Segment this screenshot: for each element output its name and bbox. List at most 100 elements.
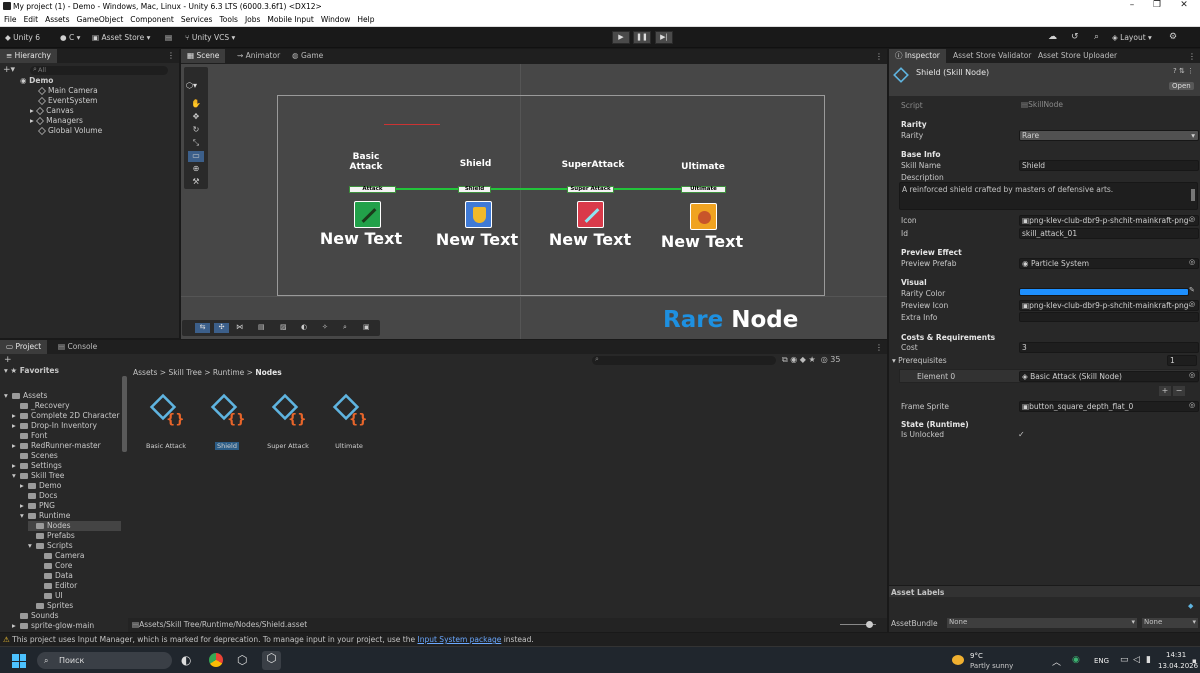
hierarchy-item[interactable]: Global Volume: [38, 126, 179, 136]
object-picker-icon[interactable]: ◎: [1189, 300, 1195, 308]
taskbar-search[interactable]: ⌕ Поиск: [37, 652, 172, 669]
global-icon[interactable]: ✣: [214, 323, 229, 333]
unity-editor-icon[interactable]: ⬡: [262, 651, 281, 670]
filter-icons[interactable]: ⧉ ◉ ◆ ★ ◎ 35: [782, 355, 840, 365]
shading-icon[interactable]: ◐: [301, 323, 307, 331]
asset-item[interactable]: {} Shield: [197, 393, 257, 450]
layout-dropdown[interactable]: ◈ Layout ▾: [1112, 31, 1152, 44]
menu-component[interactable]: Component: [130, 13, 176, 26]
shield-icon[interactable]: [465, 201, 492, 228]
project-tree-item[interactable]: Core: [36, 561, 72, 571]
tab-asset-store-uploader[interactable]: Asset Store Uploader: [1032, 49, 1123, 63]
project-tree-item[interactable]: ▾ Scripts: [28, 541, 73, 551]
step-button[interactable]: ▶|: [655, 31, 673, 44]
tab-game[interactable]: ◍ Game: [286, 49, 329, 63]
project-tree-item[interactable]: Camera: [36, 551, 84, 561]
breadcrumb-item[interactable]: Nodes: [255, 368, 281, 377]
id-field[interactable]: skill_attack_01: [1019, 228, 1199, 239]
chevron-up-icon[interactable]: ︿: [1052, 655, 1061, 668]
project-tree-item[interactable]: ▾ Runtime: [20, 511, 70, 521]
input-system-link[interactable]: Input System package: [418, 635, 502, 644]
object-picker-icon[interactable]: ◎: [1189, 215, 1195, 223]
breadcrumb-item[interactable]: Assets: [133, 368, 157, 377]
project-tree-item[interactable]: Font: [12, 431, 47, 441]
help-icon[interactable]: ? ⇅ ⋮: [1173, 67, 1194, 75]
network-icon[interactable]: ▭: [1120, 655, 1129, 665]
element-field[interactable]: ◈ Basic Attack (Skill Node): [1019, 371, 1199, 382]
more-options-icon[interactable]: ⋮: [167, 51, 175, 60]
tab-console[interactable]: ▤ Console: [52, 340, 103, 354]
menu-jobs[interactable]: Jobs: [245, 13, 262, 26]
move-tool-icon[interactable]: ✥: [188, 112, 204, 123]
project-search[interactable]: [592, 356, 776, 365]
asset-store-dropdown[interactable]: ▣ Asset Store ▾: [92, 31, 150, 44]
app-tray-icon[interactable]: ◉: [1072, 655, 1080, 665]
expand-arrow-icon[interactable]: ▾: [12, 471, 20, 481]
prerequisites-label[interactable]: ▾ Prerequisites: [892, 356, 947, 365]
transform-tool-icon[interactable]: ⊕: [188, 164, 204, 175]
more-options-icon[interactable]: ⋮: [1188, 52, 1196, 61]
project-tree-item[interactable]: Sprites: [28, 601, 73, 611]
project-tree-item[interactable]: ▸ sprite-glow-main: [12, 621, 94, 631]
more-options-icon[interactable]: ⋮: [875, 52, 883, 61]
breadcrumb-item[interactable]: Runtime: [213, 368, 244, 377]
expand-arrow-icon[interactable]: ▸: [12, 411, 20, 421]
play-button[interactable]: ▶: [612, 31, 630, 44]
project-tree-item[interactable]: Editor: [36, 581, 77, 591]
expand-arrow-icon[interactable]: ▸: [20, 481, 28, 491]
vcs-dropdown[interactable]: ⑂ Unity VCS ▾: [185, 31, 235, 44]
menu-help[interactable]: Help: [357, 13, 376, 26]
maximize-button[interactable]: ❐: [1145, 0, 1169, 10]
expand-arrow-icon[interactable]: ▾: [20, 511, 28, 521]
preview-prefab-field[interactable]: ◉ Particle System: [1019, 258, 1199, 269]
battery-icon[interactable]: ▮: [1146, 655, 1151, 665]
project-tree-item[interactable]: ▸ RedRunner-master: [12, 441, 101, 451]
create-button[interactable]: +: [4, 355, 12, 365]
rarity-color-swatch[interactable]: [1019, 288, 1189, 296]
grid-snap-icon[interactable]: ▤: [258, 323, 265, 331]
rarity-dropdown[interactable]: Rare ▾: [1019, 130, 1199, 141]
settings-icon[interactable]: ⚙: [1169, 31, 1177, 44]
icon-field[interactable]: ▣png-klev-club-dbr9-p-shchit-mainkraft-p…: [1019, 215, 1199, 226]
breadcrumb-item[interactable]: Skill Tree: [168, 368, 201, 377]
volume-icon[interactable]: ◁: [1133, 655, 1140, 665]
menu-tools[interactable]: Tools: [219, 13, 239, 26]
object-picker-icon[interactable]: ◎: [1189, 371, 1195, 379]
description-field[interactable]: A reinforced shield crafted by masters o…: [899, 182, 1198, 210]
add-element-button[interactable]: +: [1159, 386, 1171, 396]
tab-hierarchy[interactable]: ≡ Hierarchy: [0, 49, 57, 63]
project-tree-item[interactable]: Nodes: [28, 521, 121, 531]
favorites-row[interactable]: ▾ ★ Favorites: [4, 366, 59, 376]
hierarchy-search[interactable]: All: [30, 66, 168, 75]
tab-inspector[interactable]: ⓘ Inspector: [889, 49, 946, 63]
zoom-slider[interactable]: [840, 621, 876, 628]
prerequisites-count[interactable]: 1: [1167, 355, 1197, 366]
hierarchy-item[interactable]: ▸ Canvas: [30, 106, 179, 116]
menu-window[interactable]: Window: [321, 13, 353, 26]
tab-scene[interactable]: ▦ Scene: [181, 49, 226, 63]
expand-arrow-icon[interactable]: ▾: [4, 391, 12, 401]
project-tree-item[interactable]: ▾ Skill Tree: [12, 471, 64, 481]
unity-account-button[interactable]: ◆ Unity 6: [5, 31, 40, 44]
search-icon[interactable]: ⌕: [1094, 31, 1099, 44]
history-icon[interactable]: ↺: [1071, 31, 1079, 44]
effects-icon[interactable]: ✧: [322, 323, 328, 331]
tab-project[interactable]: ▭ Project: [0, 340, 48, 354]
menu-assets[interactable]: Assets: [45, 13, 71, 26]
object-picker-icon[interactable]: ◎: [1189, 401, 1195, 409]
project-tree-item[interactable]: ▾ Assets: [4, 391, 47, 401]
language-indicator[interactable]: ENG: [1094, 657, 1109, 665]
asset-item[interactable]: {} Super Attack: [258, 393, 318, 450]
skill-name-field[interactable]: Shield: [1019, 160, 1199, 171]
menu-gameobject[interactable]: GameObject: [77, 13, 126, 26]
asset-item[interactable]: {} Ultimate: [319, 393, 379, 450]
notification-icon[interactable]: ▪: [1192, 657, 1197, 665]
fireball-icon[interactable]: [690, 203, 717, 230]
expand-arrow-icon[interactable]: ▸: [12, 461, 20, 471]
preview-icon-field[interactable]: ▣png-klev-club-dbr9-p-shchit-mainkraft-p…: [1019, 300, 1199, 311]
package-icon[interactable]: ▤: [165, 31, 172, 44]
rotate-tool-icon[interactable]: ↻: [188, 125, 204, 136]
menu-edit[interactable]: Edit: [24, 13, 41, 26]
frame-sprite-field[interactable]: ▣button_square_depth_flat_0: [1019, 401, 1199, 412]
pause-button[interactable]: ❚❚: [633, 31, 651, 44]
